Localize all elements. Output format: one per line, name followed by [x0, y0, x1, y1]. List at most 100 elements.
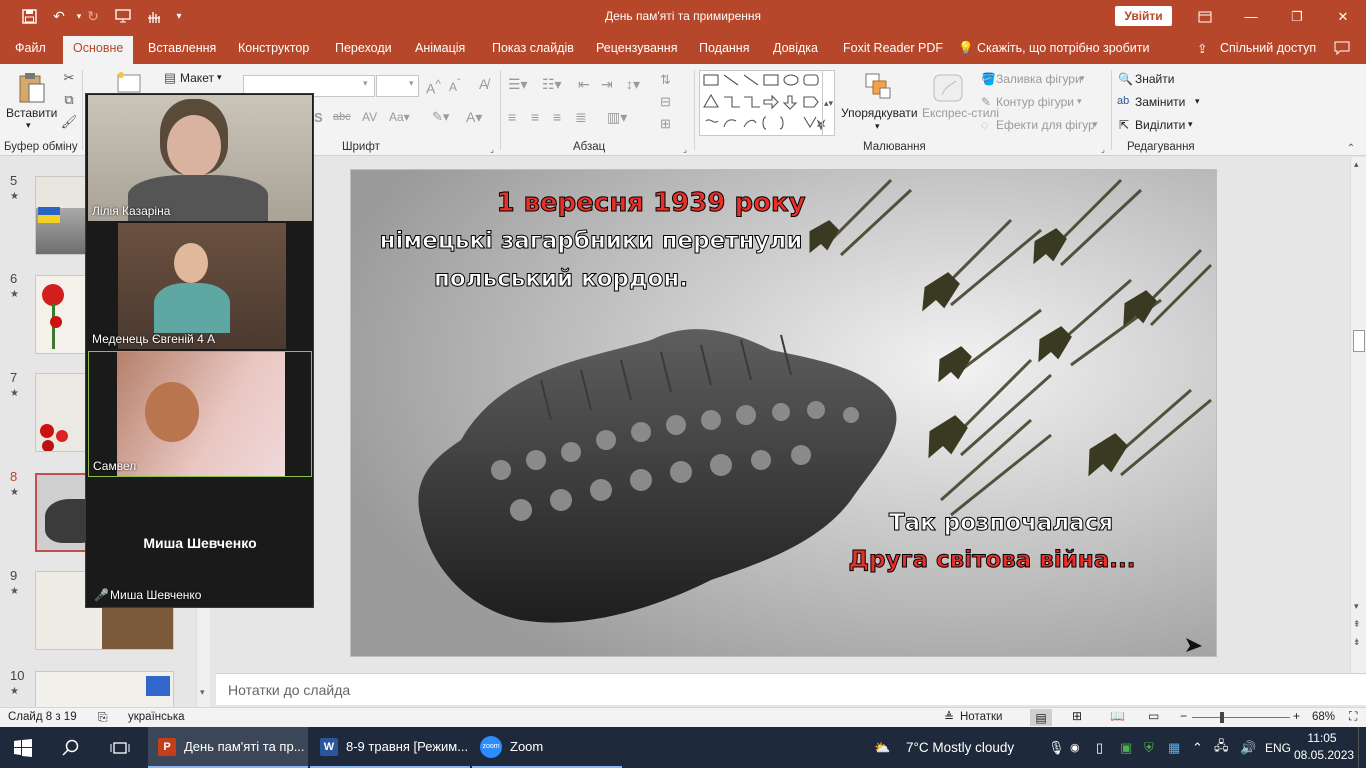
replace-dropdown-icon[interactable]: ▾ — [1195, 96, 1200, 107]
increase-font-icon[interactable]: A^ — [426, 78, 441, 97]
justify-icon[interactable]: ≣ — [575, 109, 587, 126]
normal-view-icon[interactable]: ▤ — [1030, 709, 1052, 726]
font-size-dropdown-icon[interactable]: ▾ — [409, 78, 414, 89]
scroll-up-icon[interactable]: ▴ — [1354, 159, 1359, 170]
scroll-thumb[interactable] — [1353, 330, 1365, 352]
microphone-icon[interactable]: 🎙 — [1048, 727, 1065, 768]
shape-outline-icon[interactable]: ✎ — [981, 95, 991, 109]
increase-indent-icon[interactable]: ⇥ — [601, 76, 613, 93]
weather-icon[interactable]: ⛅ — [874, 727, 890, 768]
network-app-icon[interactable]: ▦ — [1168, 727, 1180, 768]
paste-icon[interactable] — [14, 70, 50, 106]
customize-toolbar-icon[interactable]: ▾ — [168, 7, 190, 25]
font-color-icon[interactable]: A▾ — [466, 109, 482, 126]
select-dropdown-icon[interactable]: ▾ — [1188, 119, 1193, 130]
zoom-out-icon[interactable]: − — [1180, 709, 1187, 723]
slide-sorter-icon[interactable]: ⊞ — [1072, 709, 1082, 723]
paste-button[interactable]: Вставити — [6, 106, 57, 120]
clear-format-icon[interactable]: A̸ — [479, 76, 488, 92]
language-status[interactable]: українська — [128, 711, 185, 723]
layout-dropdown-icon[interactable]: ▾ — [217, 72, 222, 83]
slide-canvas[interactable]: 1 вересня 1939 року німецькі загарбники … — [350, 169, 1217, 657]
paragraph-launcher-icon[interactable]: ⌟ — [680, 144, 690, 154]
tab-help[interactable]: Довідка — [773, 41, 818, 55]
notes-button[interactable]: Нотатки — [960, 711, 1002, 723]
previous-slide-icon[interactable]: ⇞ — [1353, 619, 1361, 630]
align-right-icon[interactable]: ≡ — [553, 109, 561, 125]
tab-review[interactable]: Рецензування — [596, 41, 677, 55]
align-text-icon[interactable]: ⊟ — [660, 94, 671, 110]
windows-start-icon[interactable] — [14, 727, 32, 768]
slide-line3[interactable]: польський кордон. — [411, 266, 711, 293]
tab-design[interactable]: Конструктор — [238, 41, 309, 55]
zoom-tray-icon[interactable]: ◉ — [1070, 727, 1080, 768]
participant-tile[interactable]: Меденець Євгеній 4 А — [88, 223, 312, 349]
chevron-up-icon[interactable]: ⌃ — [1192, 727, 1203, 768]
tab-animations[interactable]: Анімація — [415, 41, 465, 55]
scroll-down-icon[interactable]: ▾ — [1354, 601, 1359, 612]
tab-transitions[interactable]: Переходи — [335, 41, 392, 55]
spellcheck-icon[interactable]: ⎘ — [98, 710, 108, 725]
sign-in-button[interactable]: Увійти — [1115, 6, 1172, 26]
minimize-button[interactable]: — — [1228, 0, 1274, 33]
decrease-indent-icon[interactable]: ⇤ — [578, 76, 590, 93]
shape-outline-dropdown-icon[interactable]: ▾ — [1077, 96, 1082, 107]
find-button[interactable]: Знайти — [1135, 72, 1174, 86]
shape-fill-dropdown-icon[interactable]: ▾ — [1080, 73, 1085, 84]
slideshow-icon[interactable]: ▭ — [1148, 709, 1159, 723]
copy-icon[interactable]: ⧉ — [60, 92, 78, 108]
quick-styles-icon[interactable] — [931, 72, 965, 104]
reading-view-icon[interactable]: 📖 — [1110, 709, 1125, 723]
shadow-icon[interactable]: S — [314, 110, 323, 125]
next-slide-icon[interactable]: ⇟ — [1353, 637, 1361, 648]
bullets-icon[interactable]: ☰▾ — [508, 76, 528, 93]
scroll-down-icon[interactable]: ▾ — [200, 687, 205, 698]
shape-effects-dropdown-icon[interactable]: ▾ — [1093, 119, 1098, 130]
participant-tile-active[interactable]: Самвел — [88, 351, 312, 477]
arrange-dropdown-icon[interactable]: ▾ — [875, 121, 880, 132]
task-view-icon[interactable] — [110, 727, 130, 768]
slide-line5[interactable]: Друга світова війна... — [847, 547, 1137, 574]
slide-line2[interactable]: німецькі загарбники перетнули — [371, 228, 811, 255]
participant-tile[interactable]: Миша Шевченко 🎤 Миша Шевченко — [88, 479, 312, 605]
participant-tile[interactable]: Лілія Казаріна — [88, 95, 312, 221]
weather-text[interactable]: 7°C Mostly cloudy — [906, 727, 1014, 768]
network-icon[interactable]: 🖧 — [1214, 727, 1229, 768]
tell-me-input[interactable]: Скажіть, що потрібно зробити — [977, 41, 1150, 55]
clock-date[interactable]: 08.05.2023 — [1294, 748, 1354, 762]
redo-icon[interactable]: ↻ — [82, 7, 104, 25]
numbering-icon[interactable]: ☷▾ — [542, 76, 562, 93]
text-direction-icon[interactable]: ⇅ — [660, 72, 671, 88]
highlight-icon[interactable]: ✎▾ — [432, 109, 449, 125]
spacing-icon[interactable]: AV — [362, 110, 377, 124]
columns-icon[interactable]: ▥▾ — [607, 109, 627, 126]
change-case-icon[interactable]: Aa▾ — [389, 110, 410, 124]
clock-time[interactable]: 11:05 — [1298, 731, 1346, 745]
tab-foxit[interactable]: Foxit Reader PDF — [843, 41, 943, 55]
arrange-icon[interactable] — [862, 70, 894, 102]
strikethrough-icon[interactable]: abc — [333, 111, 351, 123]
line-spacing-icon[interactable]: ↕▾ — [626, 76, 640, 93]
tab-slideshow[interactable]: Показ слайдів — [492, 41, 574, 55]
zoom-participants-panel[interactable]: Лілія Казаріна Меденець Євгеній 4 А Самв… — [85, 93, 314, 608]
tab-view[interactable]: Подання — [699, 41, 749, 55]
shapes-gallery[interactable] — [699, 70, 835, 136]
slide-scrollbar[interactable]: ▴ ▾ ⇞ ⇟ — [1350, 157, 1366, 673]
cut-icon[interactable]: ✂ — [60, 70, 78, 86]
drawing-launcher-icon[interactable]: ⌟ — [1098, 144, 1108, 154]
taskbar-app-zoom[interactable]: zoom Zoom — [472, 727, 622, 768]
shape-effects-button[interactable]: Ефекти для фігур — [996, 118, 1095, 132]
usb-icon[interactable]: ▯ — [1096, 727, 1103, 768]
shapes-more-icon[interactable]: ▴▾ — [822, 70, 834, 136]
zoom-slider-thumb[interactable] — [1220, 712, 1224, 723]
notes-pane[interactable]: Нотатки до слайда — [216, 673, 1366, 705]
volume-icon[interactable]: 🔊 — [1240, 727, 1256, 768]
collapse-ribbon-icon[interactable]: ⌃ — [1344, 142, 1358, 154]
undo-icon[interactable]: ↶ — [48, 7, 70, 25]
paste-dropdown-icon[interactable]: ▾ — [26, 120, 31, 131]
save-icon[interactable] — [18, 7, 40, 25]
shape-effects-icon[interactable]: ◌ — [981, 118, 988, 132]
language-indicator[interactable]: ENG — [1265, 727, 1291, 768]
shield-icon[interactable]: ⛨ — [1144, 727, 1154, 768]
slide-line1[interactable]: 1 вересня 1939 року — [431, 188, 871, 219]
